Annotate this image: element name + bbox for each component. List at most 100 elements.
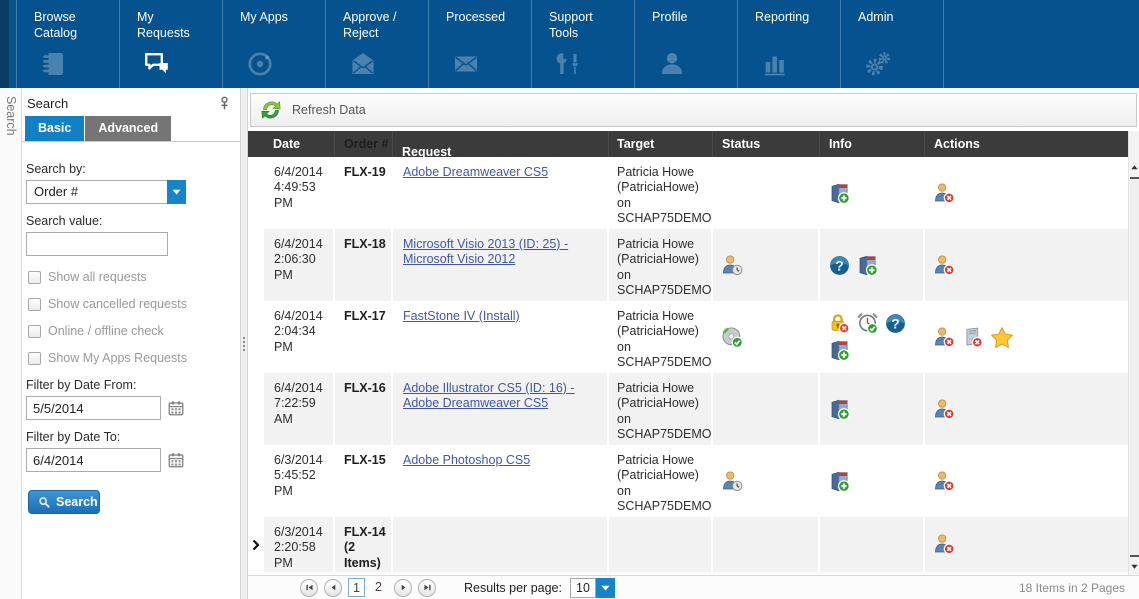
- pin-icon[interactable]: [217, 96, 232, 111]
- search-button[interactable]: Search: [28, 490, 100, 514]
- star-icon[interactable]: [989, 326, 1015, 349]
- order-number: FLX-18: [335, 229, 393, 301]
- scrollbar-thumb[interactable]: [1130, 177, 1139, 557]
- splitter-grip-icon: [243, 337, 245, 351]
- install-package-icon[interactable]: [828, 182, 851, 205]
- next-page-button[interactable]: [394, 579, 412, 597]
- target-cell: Patricia Howe (PatriciaHowe) on SCHAP75D…: [609, 157, 713, 229]
- request-link[interactable]: Adobe Photoshop CS5: [403, 453, 530, 467]
- checkbox-show-my-apps-requests[interactable]: Show My Apps Requests: [28, 351, 240, 365]
- cancel-request-icon[interactable]: [933, 533, 956, 556]
- first-page-button[interactable]: [300, 579, 318, 597]
- scroll-up-icon[interactable]: [1130, 161, 1139, 173]
- previous-page-button[interactable]: [324, 579, 342, 597]
- page-number-list: 12: [348, 578, 392, 597]
- nav-tab-approve-reject[interactable]: Approve / Reject: [325, 0, 428, 88]
- search-by-label: Search by:: [26, 162, 240, 176]
- checkbox-icon[interactable]: [28, 271, 41, 284]
- column-header-order[interactable]: Order #: [335, 131, 393, 157]
- cancel-request-icon[interactable]: [933, 398, 956, 421]
- status-cell: [713, 517, 820, 572]
- request-link[interactable]: FastStone IV (Install): [403, 309, 520, 323]
- search-by-select[interactable]: Order #: [26, 180, 186, 204]
- column-header-date[interactable]: Date: [264, 131, 335, 157]
- page-button-2[interactable]: 2: [370, 578, 387, 597]
- request-date: 6/3/2014 2:20:58 PM: [264, 517, 335, 572]
- checkbox-icon[interactable]: [28, 352, 41, 365]
- nav-tab-my-apps[interactable]: My Apps: [222, 0, 325, 88]
- vertical-scrollbar[interactable]: [1128, 131, 1139, 575]
- dropdown-arrow-icon[interactable]: [596, 578, 615, 598]
- order-number: FLX-15: [335, 445, 393, 517]
- search-panel-tabs: BasicAdvanced: [22, 116, 240, 142]
- nav-tab-admin[interactable]: Admin: [840, 0, 943, 88]
- table-header-row: DateOrder #RequestTargetStatusInfoAction…: [248, 131, 1128, 157]
- install-package-icon[interactable]: [828, 339, 851, 362]
- nav-tab-reporting[interactable]: Reporting: [737, 0, 840, 88]
- nav-tab-browse-catalog[interactable]: Browse Catalog: [16, 0, 119, 88]
- info-cell: [820, 517, 925, 572]
- date-from-input[interactable]: [26, 396, 161, 420]
- info-cell: [820, 445, 925, 517]
- page-button-1[interactable]: 1: [348, 578, 365, 597]
- last-page-button[interactable]: [418, 579, 436, 597]
- request-date: 6/4/2014 7:22:59 AM: [264, 373, 335, 445]
- date-to-input[interactable]: [26, 448, 161, 472]
- question-icon[interactable]: ?: [828, 254, 851, 277]
- nav-tab-support-tools[interactable]: Support Tools: [531, 0, 634, 88]
- column-header-request[interactable]: Request: [393, 131, 609, 157]
- install-package-icon[interactable]: [828, 398, 851, 421]
- checkbox-online-offline-check[interactable]: Online / offline check: [28, 324, 240, 338]
- bar-chart-icon: [761, 50, 789, 78]
- cancel-request-icon[interactable]: [933, 182, 956, 205]
- nav-tab-profile[interactable]: Profile: [634, 0, 737, 88]
- install-package-icon[interactable]: [856, 254, 879, 277]
- status-cell: [713, 229, 820, 301]
- search-value-label: Search value:: [26, 214, 240, 228]
- chat-bubbles-icon: [143, 50, 171, 78]
- column-header-status[interactable]: Status: [713, 131, 820, 157]
- calendar-icon[interactable]: [167, 399, 185, 417]
- request-link[interactable]: Adobe Dreamweaver CS5: [403, 165, 548, 179]
- cancel-request-icon[interactable]: [933, 326, 956, 349]
- actions-cell: [925, 301, 1128, 373]
- order-number: FLX-16: [335, 373, 393, 445]
- date-to-label: Filter by Date To:: [26, 430, 240, 444]
- checkbox-show-all-requests[interactable]: Show all requests: [28, 270, 240, 284]
- request-cell: Adobe Illustrator CS5 (ID: 16) - Adobe D…: [393, 373, 609, 445]
- column-header-target[interactable]: Target: [609, 131, 713, 157]
- order-number: FLX-19: [335, 157, 393, 229]
- request-link[interactable]: Microsoft Visio 2013 (ID: 25) - Microsof…: [403, 237, 568, 266]
- column-header-info[interactable]: Info: [820, 131, 925, 157]
- request-link[interactable]: Adobe Illustrator CS5 (ID: 16) - Adobe D…: [403, 381, 575, 410]
- dropdown-arrow-icon[interactable]: [167, 180, 186, 204]
- nav-tab-my-requests[interactable]: My Requests: [119, 0, 222, 88]
- calendar-icon[interactable]: [167, 451, 185, 469]
- checkbox-show-cancelled-requests[interactable]: Show cancelled requests: [28, 297, 240, 311]
- search-tab-advanced[interactable]: Advanced: [85, 116, 171, 141]
- license-lock-icon[interactable]: [828, 312, 851, 335]
- expand-cell[interactable]: [248, 517, 264, 572]
- checkbox-icon[interactable]: [28, 298, 41, 311]
- search-dock-tab[interactable]: Search: [4, 88, 18, 136]
- scroll-down-icon[interactable]: [1130, 560, 1139, 572]
- results-per-page-value[interactable]: 10: [570, 578, 596, 598]
- cancel-request-icon[interactable]: [933, 254, 956, 277]
- uninstall-computer-icon[interactable]: [961, 326, 984, 349]
- install-package-icon[interactable]: [828, 470, 851, 493]
- cancel-request-icon[interactable]: [933, 470, 956, 493]
- checkbox-icon[interactable]: [28, 325, 41, 338]
- table-row: 6/4/2014 2:04:34 PMFLX-17FastStone IV (I…: [248, 301, 1128, 373]
- nav-tab-label: Support Tools: [532, 0, 627, 42]
- expand-cell: [248, 301, 264, 373]
- search-tab-basic[interactable]: Basic: [25, 116, 84, 141]
- refresh-data-button[interactable]: Refresh Data: [258, 97, 366, 123]
- column-header-actions[interactable]: Actions: [925, 131, 1128, 157]
- top-navigation: Browse CatalogMy RequestsMy AppsApprove …: [0, 0, 1139, 88]
- user-pending-icon: [721, 254, 744, 277]
- nav-tab-processed[interactable]: Processed: [428, 0, 531, 88]
- clock-check-icon[interactable]: [856, 312, 879, 335]
- search-value-input[interactable]: [26, 232, 168, 256]
- panel-splitter[interactable]: [240, 88, 248, 599]
- question-icon[interactable]: ?: [884, 312, 907, 335]
